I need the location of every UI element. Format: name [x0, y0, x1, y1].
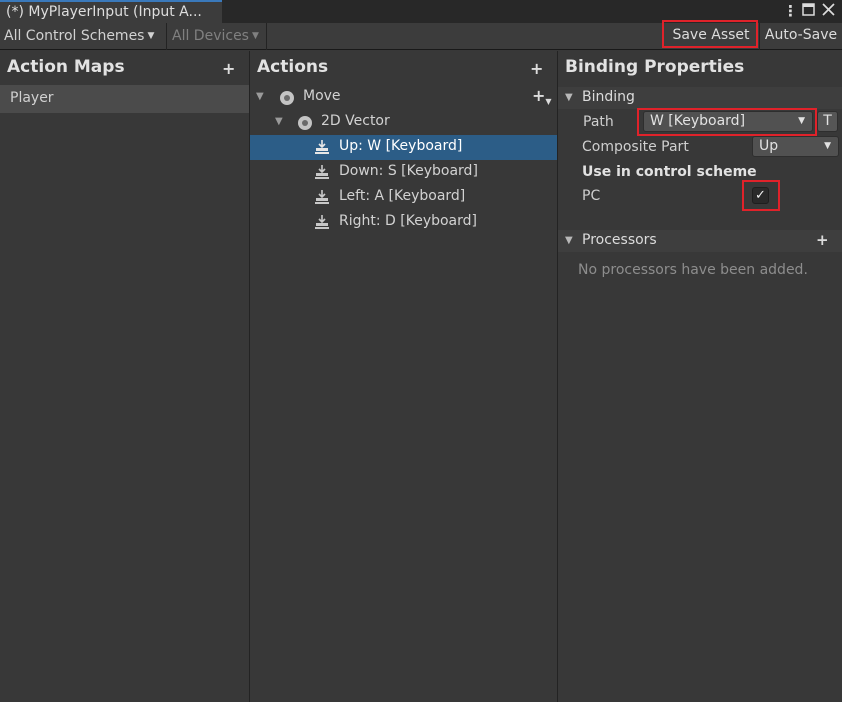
binding-label: Right: D [Keyboard] [339, 213, 477, 229]
add-action-button[interactable]: + [530, 59, 543, 78]
action-icon [280, 91, 294, 105]
composite-row-2d-vector[interactable]: ▼ 2D Vector [250, 110, 557, 135]
binding-label: Left: A [Keyboard] [339, 188, 466, 204]
text-mode-button[interactable]: T [817, 111, 838, 132]
toolbar-separator [166, 23, 167, 50]
chevron-down-icon: ▼ [798, 116, 805, 126]
actions-title: Actions [257, 57, 329, 77]
action-maps-title: Action Maps [7, 57, 125, 77]
use-in-control-scheme-label: Use in control scheme [582, 164, 757, 180]
binding-row-up[interactable]: Up: W [Keyboard] [250, 135, 557, 160]
processors-section-label: Processors [582, 232, 657, 248]
binding-icon [315, 140, 329, 154]
scheme-pc-checkbox[interactable]: ✓ [752, 187, 769, 204]
binding-label: Down: S [Keyboard] [339, 163, 478, 179]
path-label: Path [583, 114, 614, 130]
close-icon[interactable] [822, 2, 835, 20]
toolbar: All Control Schemes ▼ All Devices ▼ Save A… [0, 23, 842, 50]
actions-panel: Actions + ▼ Move +▼ ▼ 2D Vector Up: W [K… [250, 51, 557, 702]
action-maps-header: Action Maps [0, 51, 249, 85]
maximize-icon[interactable] [802, 2, 815, 20]
binding-foldout[interactable]: ▼ Binding [558, 87, 842, 109]
foldout-triangle-icon: ▼ [565, 235, 573, 246]
tab-strip: (*) MyPlayerInput (Input A... ⋮ [0, 0, 842, 23]
binding-row-right[interactable]: Right: D [Keyboard] [250, 210, 557, 235]
auto-save-toggle[interactable]: Auto-Save [760, 23, 842, 50]
action-maps-panel: Action Maps + Player [0, 51, 249, 702]
action-map-item[interactable]: Player [0, 85, 249, 113]
actions-header: Actions [250, 51, 557, 85]
binding-properties-title: Binding Properties [565, 57, 745, 77]
add-binding-icon[interactable]: +▼ [532, 84, 552, 113]
chevron-down-icon: ▼ [251, 31, 259, 41]
composite-part-dropdown[interactable]: Up ▼ [752, 136, 839, 157]
path-dropdown[interactable]: W [Keyboard] ▼ [643, 111, 813, 132]
composite-label: 2D Vector [321, 113, 390, 129]
expand-triangle-icon[interactable]: ▼ [256, 85, 264, 108]
add-action-map-button[interactable]: + [222, 59, 235, 78]
action-map-label: Player [10, 90, 54, 106]
binding-icon [315, 215, 329, 229]
composite-part-value: Up [759, 138, 779, 154]
control-schemes-dropdown[interactable]: All Control Schemes ▼ [4, 26, 154, 46]
chevron-down-icon: ▼ [147, 31, 155, 41]
add-processor-button[interactable]: + [816, 230, 829, 251]
control-schemes-label: All Control Schemes [4, 28, 145, 44]
devices-label: All Devices [172, 28, 249, 44]
path-value: W [Keyboard] [650, 113, 746, 129]
binding-section-label: Binding [582, 89, 635, 105]
action-row-move[interactable]: ▼ Move +▼ [250, 85, 557, 110]
scheme-pc-label: PC [582, 188, 601, 204]
checkmark-icon: ✓ [755, 188, 766, 203]
processors-foldout[interactable]: ▼ Processors + [558, 230, 842, 252]
composite-part-label: Composite Part [582, 139, 689, 155]
more-menu-icon[interactable]: ⋮ [783, 2, 798, 20]
window-tab[interactable]: (*) MyPlayerInput (Input A... [0, 0, 222, 23]
binding-row-down[interactable]: Down: S [Keyboard] [250, 160, 557, 185]
binding-properties-header: Binding Properties [558, 51, 842, 85]
save-asset-button[interactable]: Save Asset [664, 23, 758, 50]
foldout-triangle-icon: ▼ [565, 92, 573, 103]
binding-label: Up: W [Keyboard] [339, 138, 463, 154]
binding-icon [315, 165, 329, 179]
binding-icon [315, 190, 329, 204]
binding-row-left[interactable]: Left: A [Keyboard] [250, 185, 557, 210]
window-tab-title: (*) MyPlayerInput (Input A... [6, 4, 202, 20]
chevron-down-icon: ▼ [824, 141, 831, 151]
action-label: Move [303, 88, 341, 104]
expand-triangle-icon[interactable]: ▼ [275, 110, 283, 133]
composite-icon [298, 116, 312, 130]
devices-dropdown[interactable]: All Devices ▼ [172, 26, 259, 46]
toolbar-separator [266, 23, 267, 50]
processors-empty-message: No processors have been added. [578, 262, 808, 278]
